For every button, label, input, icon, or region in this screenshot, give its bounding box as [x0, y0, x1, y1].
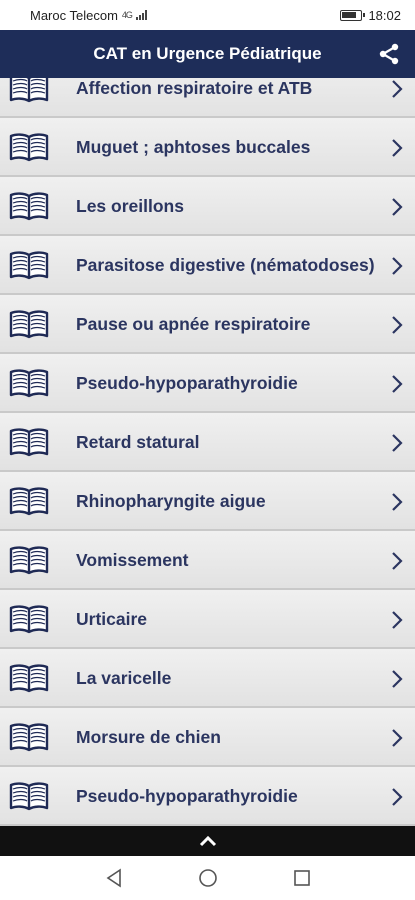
list-item-label: La varicelle [76, 667, 172, 688]
list-item-label: Muguet ; aphtoses buccales [76, 136, 311, 157]
chevron-up-icon[interactable] [199, 835, 217, 847]
back-triangle-icon[interactable] [102, 866, 126, 890]
chevron-right-icon [391, 138, 403, 158]
book-icon [9, 132, 49, 162]
list-item[interactable]: Retard statural [0, 413, 415, 472]
chevron-right-icon [391, 669, 403, 689]
page-title: CAT en Urgence Pédiatrique [93, 44, 322, 63]
list-item[interactable]: Urticaire [0, 590, 415, 649]
chevron-right-icon [391, 728, 403, 748]
list-item-label: Pseudo-hypoparathyroidie [76, 372, 298, 393]
list-item[interactable]: Morsure de chien [0, 708, 415, 767]
status-right: 18:02 [340, 8, 401, 23]
list-item[interactable]: Pseudo-hypoparathyroidie [0, 354, 415, 413]
chevron-right-icon [391, 433, 403, 453]
list-item[interactable]: La varicelle [0, 649, 415, 708]
app-bar: CAT en Urgence Pédiatrique [0, 30, 415, 78]
book-icon [9, 781, 49, 811]
list-item[interactable]: Vomissement [0, 531, 415, 590]
book-icon [9, 663, 49, 693]
battery-icon [340, 9, 366, 21]
list-item[interactable]: Pause ou apnée respiratoire [0, 295, 415, 354]
network-type: 4G [121, 10, 133, 20]
chevron-right-icon [391, 787, 403, 807]
chevron-right-icon [391, 551, 403, 571]
list-item[interactable]: Parasitose digestive (nématodoses) [0, 236, 415, 295]
list-item[interactable]: Pseudo-hypoparathyroidie [0, 767, 415, 826]
clock: 18:02 [368, 7, 401, 23]
list-item-label: Retard statural [76, 431, 200, 452]
book-icon [9, 545, 49, 575]
list-item-label: Urticaire [76, 608, 148, 629]
list-item-label: Morsure de chien [76, 726, 221, 747]
book-icon [9, 78, 49, 103]
chevron-right-icon [391, 315, 403, 335]
chevron-right-icon [391, 610, 403, 630]
bottom-bar[interactable] [0, 826, 415, 856]
list-item[interactable]: Les oreillons [0, 177, 415, 236]
chevron-right-icon [391, 197, 403, 217]
list-item[interactable]: Affection respiratoire et ATB [0, 78, 415, 118]
list-item-label: Les oreillons [76, 195, 184, 216]
chevron-right-icon [391, 374, 403, 394]
list-item-label: Rhinopharyngite aigue [76, 490, 266, 511]
list-item-label: Affection respiratoire et ATB [76, 78, 313, 98]
book-icon [9, 604, 49, 634]
list-item-label: Parasitose digestive (nématodoses) [76, 254, 375, 275]
chevron-right-icon [391, 492, 403, 512]
book-icon [9, 368, 49, 398]
list-item-label: Vomissement [76, 549, 189, 570]
list-item-label: Pseudo-hypoparathyroidie [76, 785, 298, 806]
list-item[interactable]: Muguet ; aphtoses buccales [0, 118, 415, 177]
chevron-right-icon [391, 256, 403, 276]
topic-list-inner: Affection respiratoire et ATB Muguet ; ap… [0, 78, 415, 826]
status-bar: Maroc Telecom 4G 18:02 [0, 0, 415, 30]
signal-icon [135, 10, 147, 20]
book-icon [9, 427, 49, 457]
list-item-label: Pause ou apnée respiratoire [76, 313, 311, 334]
home-circle-icon[interactable] [196, 866, 220, 890]
carrier-name: Maroc Telecom [30, 7, 118, 23]
status-left: Maroc Telecom 4G [30, 8, 148, 23]
chevron-right-icon [391, 79, 403, 99]
system-nav-bar [0, 856, 415, 900]
book-icon [9, 722, 49, 752]
book-icon [9, 309, 49, 339]
book-icon [9, 486, 49, 516]
share-icon[interactable] [377, 42, 401, 66]
book-icon [9, 191, 49, 221]
list-item[interactable]: Rhinopharyngite aigue [0, 472, 415, 531]
topic-list[interactable]: Affection respiratoire et ATB Muguet ; ap… [0, 78, 415, 826]
book-icon [9, 250, 49, 280]
recents-square-icon[interactable] [290, 866, 314, 890]
